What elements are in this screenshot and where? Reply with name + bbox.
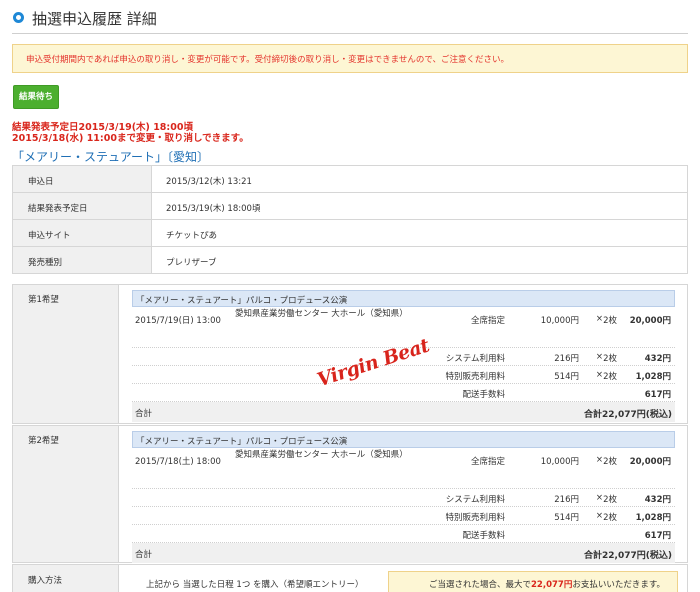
performance-title: 「メアリー・ステュアート」パルコ・プロデュース公演 <box>132 290 675 307</box>
fee-qty: 2枚 <box>603 354 617 364</box>
info-row: 発売種別 プレリザーブ <box>12 247 688 274</box>
page-header: 抽選申込履歴 詳細 <box>12 8 688 34</box>
choice-label: 第2希望 <box>13 426 119 562</box>
application-info-table: 申込日 2015/3/12(木) 13:21 結果発表予定日 2015/3/19… <box>12 165 688 274</box>
quantity: 2枚 <box>603 316 617 326</box>
info-label: 発売種別 <box>12 247 152 273</box>
info-value: チケットぴあ <box>152 220 688 246</box>
notice-banner: 申込受付期間内であれば申込の取り消し・変更が可能です。受付締切後の取り消し・変更… <box>12 44 688 73</box>
venue: 愛知県産業労働センター 大ホール（愛知県） <box>235 450 408 460</box>
fee-label: システム利用料 <box>445 354 505 364</box>
total-line: 合計 合計22,077円(税込) <box>132 543 675 563</box>
performance-date: 2015/7/19(日) 13:00 <box>135 316 221 326</box>
fee-qty: 2枚 <box>603 513 617 523</box>
times-icon: × <box>595 314 603 324</box>
fee-qty: 2枚 <box>603 372 617 382</box>
fee-amount: 432円 <box>644 495 671 505</box>
total-line: 合計 合計22,077円(税込) <box>132 402 675 422</box>
fee-label: 配送手数料 <box>462 390 505 400</box>
choice-body: 「メアリー・ステュアート」パルコ・プロデュース公演 2015/7/18(土) 1… <box>132 431 675 563</box>
unit-price: 10,000円 <box>540 316 579 326</box>
times-icon: × <box>595 352 603 362</box>
performance-title: 「メアリー・ステュアート」パルコ・プロデュース公演 <box>132 431 675 448</box>
choice-block-1: 第1希望 「メアリー・ステュアート」パルコ・プロデュース公演 2015/7/19… <box>12 284 688 424</box>
times-icon: × <box>595 493 603 503</box>
total-label: 合計 <box>135 550 153 560</box>
event-title: 「メアリー・ステュアート」〔愛知〕 <box>12 150 210 164</box>
fee-price: 514円 <box>554 372 579 382</box>
fee-line: 配送手数料 617円 <box>132 525 675 543</box>
fee-line: 特別販売利用料 514円 × 2枚 1,028円 <box>132 366 675 384</box>
fee-price: 216円 <box>554 495 579 505</box>
fee-price: 514円 <box>554 513 579 523</box>
quantity: 2枚 <box>603 457 617 467</box>
times-icon: × <box>595 455 603 465</box>
seat-type: 全席指定 <box>470 457 505 467</box>
info-row: 結果発表予定日 2015/3/19(木) 18:00頃 <box>12 193 688 220</box>
total-value: 合計22,077円(税込) <box>584 551 672 561</box>
choice-block-2: 第2希望 「メアリー・ステュアート」パルコ・プロデュース公演 2015/7/18… <box>12 425 688 563</box>
payment-note-pre: ご当選された場合、最大で <box>429 580 532 590</box>
info-label: 結果発表予定日 <box>12 193 152 219</box>
info-value: 2015/3/19(木) 18:00頃 <box>152 193 688 219</box>
amount: 20,000円 <box>629 316 671 326</box>
info-row: 申込サイト チケットぴあ <box>12 220 688 247</box>
payment-amount: 22,077円 <box>531 580 573 590</box>
fee-amount: 1,028円 <box>635 372 671 382</box>
info-value: プレリザーブ <box>152 247 688 273</box>
payment-note: ご当選された場合、最大で22,077円お支払いいただきます。 <box>388 571 678 592</box>
status-button[interactable]: 結果待ち <box>13 85 59 109</box>
change-deadline-text: 2015/3/18(水) 11:00まで変更・取り消しできます。 <box>12 133 249 144</box>
venue: 愛知県産業労働センター 大ホール（愛知県） <box>235 309 408 319</box>
fee-qty: 2枚 <box>603 495 617 505</box>
total-label: 合計 <box>135 409 153 419</box>
payment-note-post: お支払いいただきます。 <box>572 580 665 590</box>
unit-price: 10,000円 <box>540 457 579 467</box>
times-icon: × <box>595 370 603 380</box>
fee-amount: 617円 <box>644 390 671 400</box>
choice-label: 第1希望 <box>13 285 119 423</box>
info-label: 申込日 <box>12 166 152 192</box>
fee-amount: 1,028円 <box>635 513 671 523</box>
total-value: 合計22,077円(税込) <box>584 410 672 420</box>
fee-label: 特別販売利用料 <box>445 372 505 382</box>
fee-price: 216円 <box>554 354 579 364</box>
fee-line: システム利用料 216円 × 2枚 432円 <box>132 489 675 507</box>
info-row: 申込日 2015/3/12(木) 13:21 <box>12 166 688 193</box>
fee-amount: 617円 <box>644 531 671 541</box>
fee-line: 配送手数料 617円 <box>132 384 675 402</box>
fee-label: 配送手数料 <box>462 531 505 541</box>
seat-type: 全席指定 <box>470 316 505 326</box>
fee-amount: 432円 <box>644 354 671 364</box>
info-label: 申込サイト <box>12 220 152 246</box>
fee-label: 特別販売利用料 <box>445 513 505 523</box>
amount: 20,000円 <box>629 457 671 467</box>
purchase-text: 上記から 当選した日程 1つ を購入（希望順エントリー） <box>146 580 364 590</box>
purchase-label: 購入方法 <box>13 565 119 592</box>
times-icon: × <box>595 511 603 521</box>
circle-bullet-icon <box>13 12 24 23</box>
fee-line: 特別販売利用料 514円 × 2枚 1,028円 <box>132 507 675 525</box>
info-value: 2015/3/12(木) 13:21 <box>152 166 688 192</box>
purchase-method-row: 購入方法 上記から 当選した日程 1つ を購入（希望順エントリー） ご当選された… <box>12 564 688 592</box>
fee-label: システム利用料 <box>445 495 505 505</box>
ticket-line: 2015/7/18(土) 18:00 愛知県産業労働センター 大ホール（愛知県）… <box>132 448 675 489</box>
performance-date: 2015/7/18(土) 18:00 <box>135 457 221 467</box>
page-title: 抽選申込履歴 詳細 <box>32 10 157 28</box>
